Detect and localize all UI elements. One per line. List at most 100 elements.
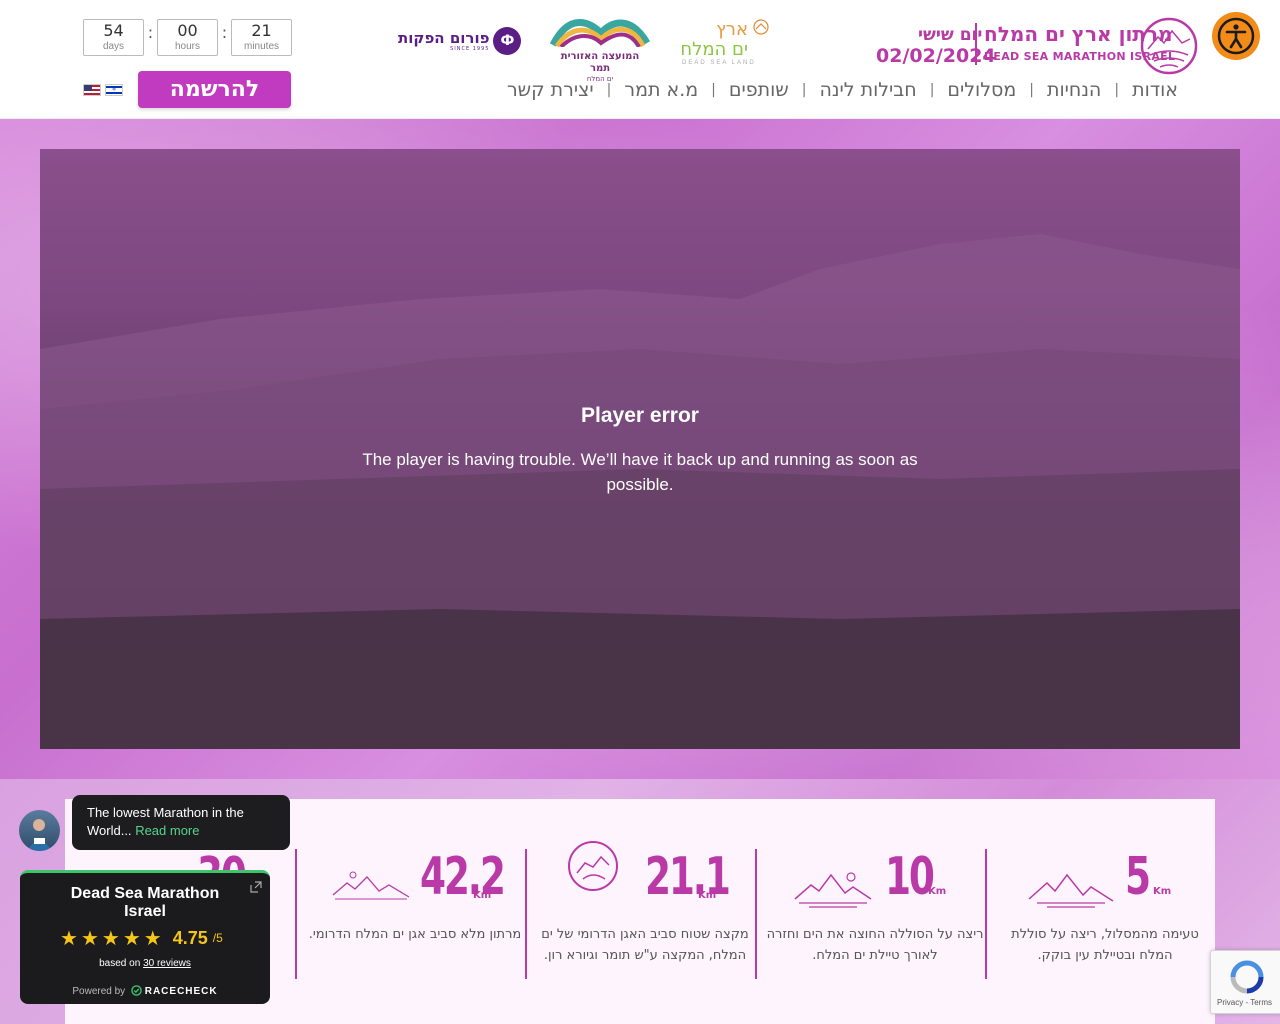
accessibility-button[interactable] — [1212, 12, 1260, 60]
dead-sea-land-line3: DEAD SEA LAND — [682, 60, 756, 66]
recaptcha-links: Privacy - Terms — [1217, 998, 1272, 1007]
nav-item-instructions[interactable]: הנחיות — [1037, 78, 1111, 102]
powered-by: Powered by RACECHECK — [20, 985, 270, 997]
mountains-icon — [1028, 873, 1114, 908]
based-on-label: based on — [99, 958, 141, 969]
nav-item-partners[interactable]: שותפים — [719, 78, 799, 102]
nav-item-routes[interactable]: מסלולים — [937, 78, 1026, 102]
distance-value: 42.2 — [420, 847, 506, 907]
powered-by-label: Powered by — [72, 986, 126, 997]
countdown-timer: 54 days : 00 hours : 21 minutes — [83, 19, 292, 56]
rating-max: /5 — [212, 931, 223, 945]
column-divider — [985, 849, 987, 979]
nav-separator: | — [1114, 82, 1120, 98]
forum-productions-logo[interactable]: Ф פורום הפקות SINCE 1995 — [398, 27, 522, 55]
runner-photo-icon — [27, 819, 52, 851]
countdown-minutes-label: minutes — [243, 41, 279, 52]
distance-unit: Km — [928, 886, 947, 897]
nav-item-tamar-council[interactable]: מ.א תמר — [614, 78, 708, 102]
site-header: 54 days : 00 hours : 21 minutes ✡ להרשמה… — [0, 0, 1280, 119]
us-flag-icon[interactable] — [83, 84, 101, 96]
tamar-council-logo[interactable]: המועצה האזורית תמר ים המלח — [549, 17, 651, 83]
privacy-link[interactable]: Privacy — [1217, 998, 1243, 1007]
nav-item-contact[interactable]: יצירת קשר — [497, 78, 604, 102]
tagline-tooltip: The lowest Marathon in the World... Read… — [72, 795, 290, 850]
landscape-icon — [332, 871, 410, 900]
marathon-logo[interactable]: יום שישי 02/02/2024 מרתון ארץ ים המלח DE… — [874, 17, 1199, 77]
distance-description: מקצה שטוח סביב האגן הדרומי של ים המלח, ה… — [541, 927, 749, 963]
council-logo-line1: המועצה האזורית תמר — [560, 51, 640, 74]
racecheck-title: Dead Sea Marathon Israel — [70, 885, 220, 920]
distance-description: טעימה מהמסלול, ריצה על סוללת המלח ובטייל… — [1011, 927, 1199, 963]
countdown-separator: : — [147, 23, 154, 42]
nav-item-lodging[interactable]: חבילות לינה — [809, 78, 926, 102]
countdown-days: 54 days — [83, 19, 144, 56]
distance-unit: Km — [698, 890, 717, 901]
star-icon: ★ — [60, 926, 78, 950]
nav-separator: | — [606, 82, 612, 98]
israel-flag-icon[interactable]: ✡ — [105, 84, 123, 96]
countdown-hours-value: 00 — [177, 21, 198, 40]
distance-value: 10 — [885, 847, 935, 907]
rating-stars: ★ ★ ★ ★ ★ 4.75 /5 — [60, 927, 223, 949]
column-divider — [755, 849, 757, 979]
nav-separator: | — [711, 82, 716, 98]
star-icon: ★ — [80, 926, 99, 950]
countdown-minutes: 21 minutes — [231, 19, 292, 56]
distance-card-42km[interactable]: 42.2 Km מרתון מלא סביב אגן ים המלח הדרומ… — [305, 829, 527, 1019]
runner-avatar[interactable] — [19, 810, 60, 851]
star-icon: ★ — [101, 926, 120, 950]
distance-description: מרתון מלא סביב אגן ים המלח הדרומי. — [308, 927, 522, 942]
reviews-count: based on 30 reviews — [20, 958, 270, 969]
dead-sea-land-line2: ים המלח — [680, 39, 748, 60]
racecheck-widget[interactable]: Dead Sea Marathon Israel ★ ★ ★ ★ ★ 4.75 … — [20, 870, 270, 1004]
ibex-badge-icon — [568, 841, 618, 891]
player-error-title: Player error — [581, 404, 699, 427]
nav-separator: | — [929, 82, 935, 98]
star-icon: ★ — [122, 926, 141, 950]
dead-sea-land-logo[interactable]: ארץ ים המלח DEAD SEA LAND — [680, 18, 770, 70]
countdown-separator: : — [221, 23, 228, 42]
mountains-icon — [794, 872, 872, 908]
countdown-days-value: 54 — [103, 21, 124, 40]
countdown-minutes-value: 21 — [251, 21, 272, 40]
recaptcha-badge[interactable]: Privacy - Terms — [1210, 950, 1280, 1014]
nav-item-about[interactable]: אודות — [1122, 78, 1188, 102]
countdown-hours: 00 hours — [157, 19, 218, 56]
sun-icon — [753, 19, 769, 35]
forum-logo-name: פורום הפקות — [398, 29, 490, 47]
event-date: 02/02/2024 — [876, 45, 996, 67]
distance-value: 5 — [1125, 847, 1151, 907]
main-nav: אודות | הנחיות | מסלולים | חבילות לינה |… — [497, 78, 1188, 102]
reviews-link[interactable]: 30 reviews — [143, 958, 191, 969]
distance-card-10km[interactable]: 10 Km ריצה על הסוללה החוצה את הים וחזרה … — [765, 829, 987, 1019]
distance-value: 21.1 — [645, 847, 731, 907]
dead-sea-land-line1: ארץ — [716, 19, 748, 40]
language-switcher: ✡ — [83, 84, 123, 96]
council-hills-icon — [549, 19, 651, 49]
terms-link[interactable]: Terms — [1250, 998, 1272, 1007]
distance-unit: Km — [473, 890, 492, 901]
racecheck-brand: RACECHECK — [144, 986, 218, 997]
expand-icon[interactable] — [250, 881, 262, 893]
logo-divider — [975, 23, 977, 65]
distance-description: ריצה על הסוללה החוצה את הים וחזרה לאורך … — [766, 927, 984, 963]
star-icon: ★ — [143, 926, 162, 950]
forum-logo-icon: Ф — [493, 27, 522, 55]
countdown-hours-label: hours — [174, 41, 200, 52]
event-day: יום שישי — [918, 25, 983, 45]
register-button[interactable]: להרשמה — [138, 71, 291, 108]
distance-card-5km[interactable]: 5 Km טעימה מהמסלול, ריצה על סוללת המלח ו… — [995, 829, 1215, 1019]
accessibility-icon — [1217, 17, 1255, 55]
column-divider — [525, 849, 527, 979]
nav-separator: | — [801, 82, 807, 98]
distance-unit: Km — [1153, 886, 1172, 897]
video-player[interactable]: Player error The player is having troubl… — [40, 149, 1240, 749]
distance-card-21km[interactable]: 21.1 Km מקצה שטוח סביב האגן הדרומי של ים… — [535, 829, 757, 1019]
player-error-message: The player is having trouble. We’ll have… — [362, 450, 918, 494]
nav-separator: | — [1029, 82, 1034, 98]
racecheck-logo-icon — [131, 985, 142, 996]
read-more-link[interactable]: Read more — [135, 823, 199, 838]
hero-section: Player error The player is having troubl… — [0, 119, 1280, 779]
countdown-days-label: days — [102, 41, 125, 52]
